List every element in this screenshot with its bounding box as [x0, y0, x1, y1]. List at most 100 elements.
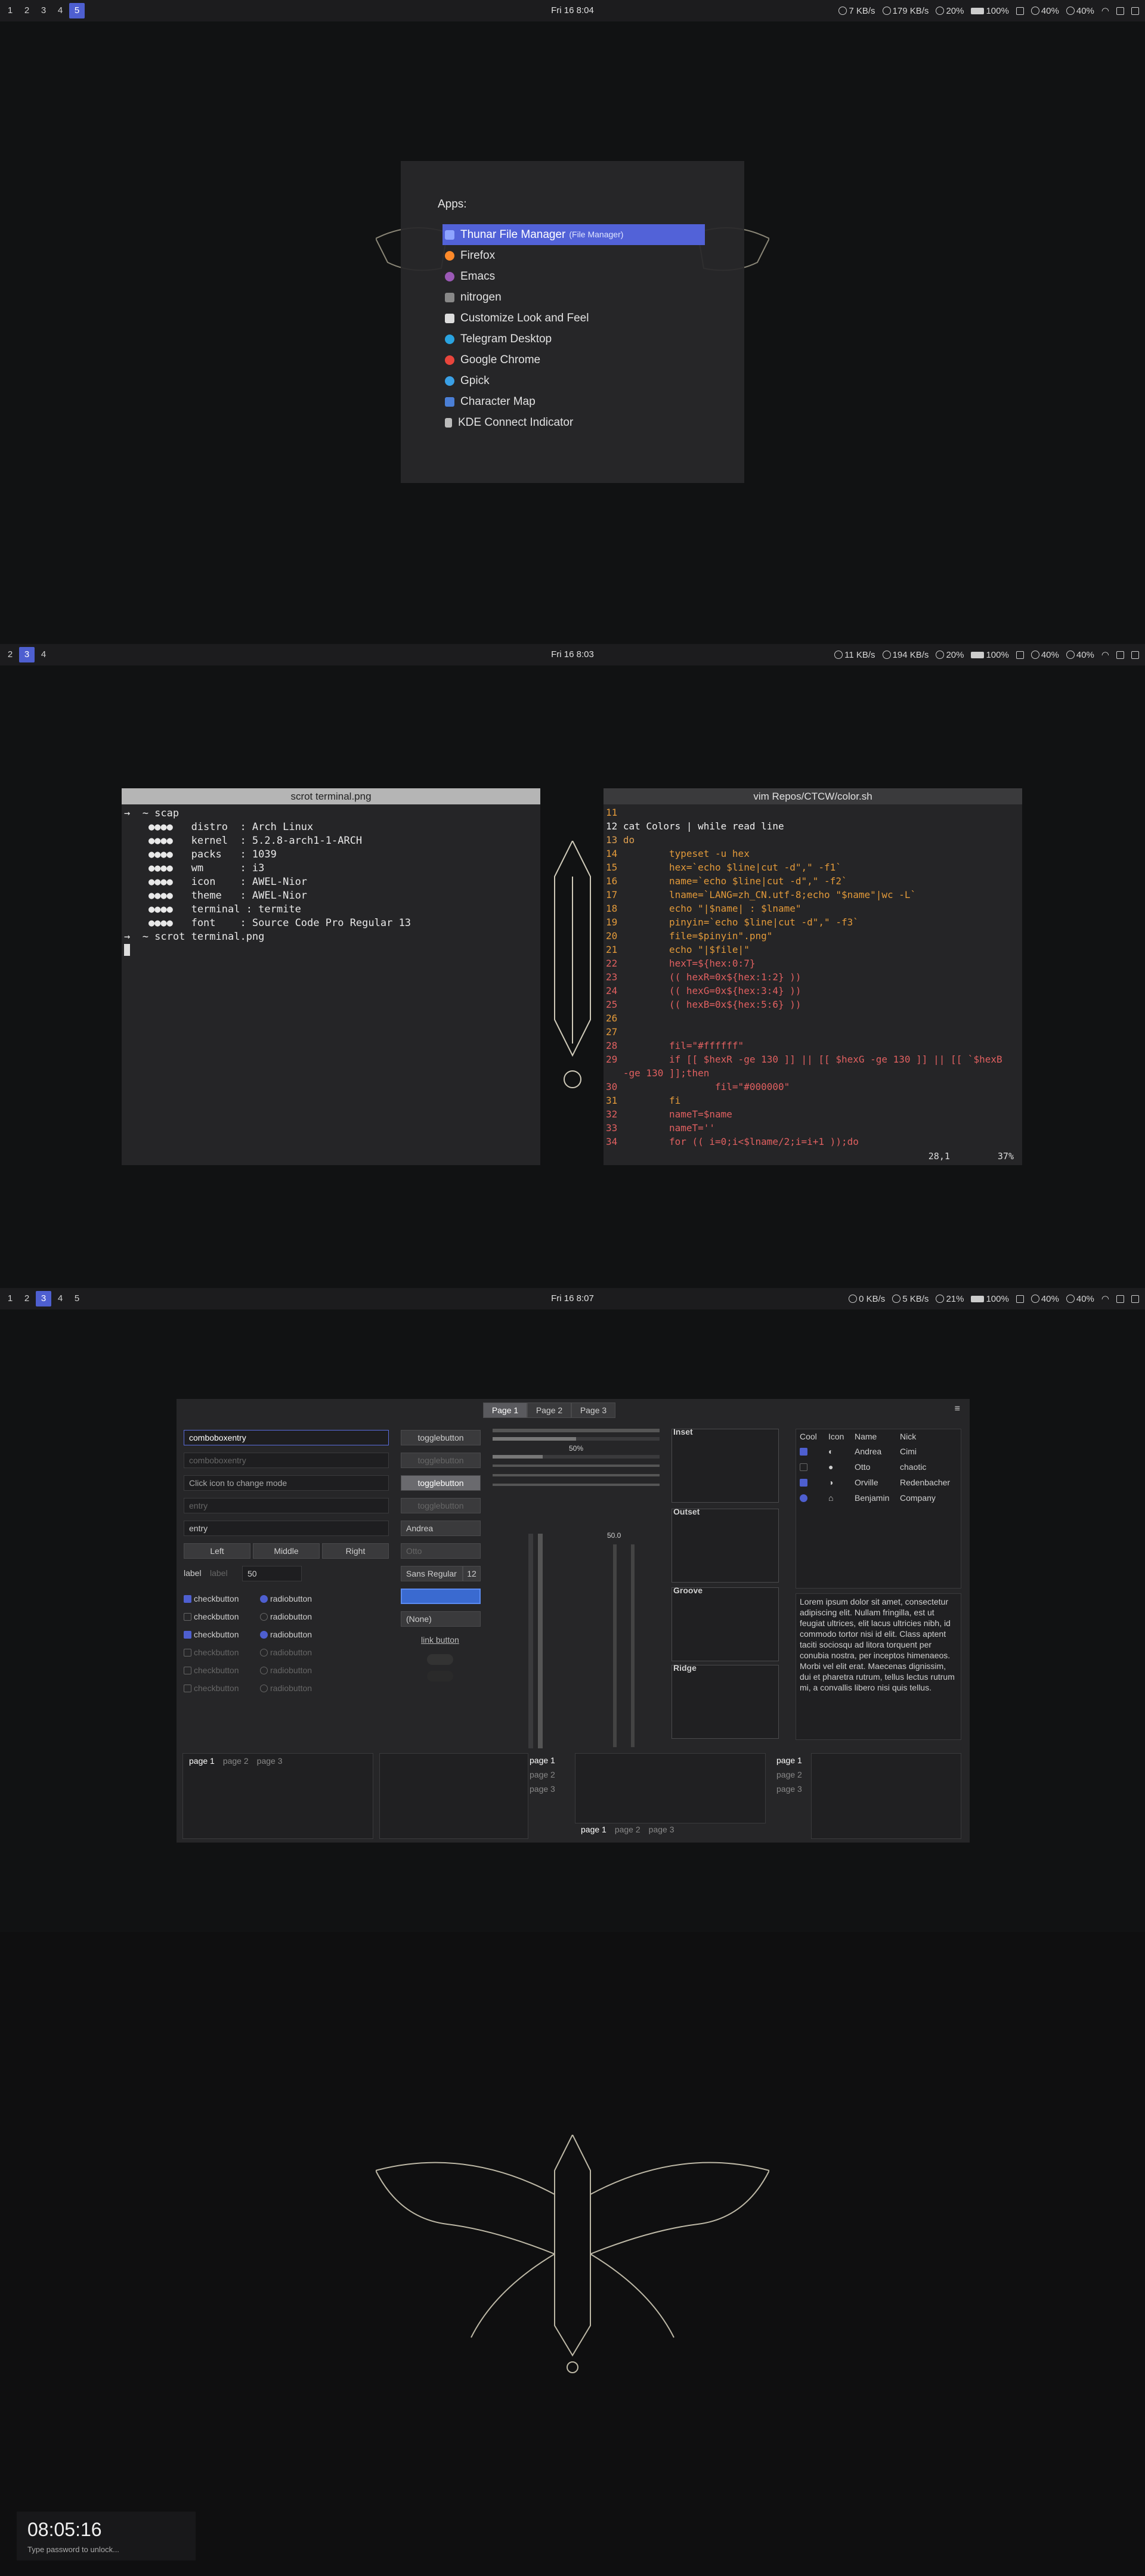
- notebook-tab-2[interactable]: page 2: [776, 1767, 802, 1782]
- font-button[interactable]: Sans Regular: [401, 1566, 463, 1581]
- progress-bar: [493, 1429, 660, 1432]
- align-left[interactable]: Left: [184, 1543, 250, 1559]
- notebook-tab-1[interactable]: page 1: [776, 1753, 802, 1767]
- app-item-look-and-feel[interactable]: Customize Look and Feel: [442, 308, 705, 329]
- app-item-thunar[interactable]: Thunar File Manager (File Manager): [442, 224, 705, 245]
- radiobutton-3[interactable]: radiobutton: [260, 1626, 312, 1643]
- app-item-charmap[interactable]: Character Map: [442, 391, 705, 412]
- tab-page-2[interactable]: Page 2: [527, 1402, 571, 1418]
- radiobutton-1[interactable]: radiobutton: [260, 1590, 312, 1608]
- workspace-4[interactable]: 4: [36, 647, 51, 662]
- workspace-2[interactable]: 2: [2, 647, 18, 662]
- volume[interactable]: 40%: [1066, 6, 1094, 16]
- tree-row[interactable]: ◐ Andrea Cimi: [796, 1444, 961, 1459]
- checkbutton-1[interactable]: checkbutton: [184, 1590, 239, 1608]
- notebook-tab-2[interactable]: page 2: [223, 1756, 249, 1766]
- radio-column: radiobutton radiobutton radiobutton radi…: [260, 1590, 312, 1697]
- wifi-icon[interactable]: ◠: [1101, 5, 1109, 16]
- app-item-gpick[interactable]: Gpick: [442, 370, 705, 391]
- vertical-scale[interactable]: [528, 1534, 533, 1748]
- app-item-chrome[interactable]: Google Chrome: [442, 349, 705, 370]
- combobox-entry[interactable]: comboboxentry: [184, 1430, 389, 1445]
- scale-slider[interactable]: [493, 1474, 660, 1476]
- switch-off[interactable]: [427, 1654, 453, 1665]
- vertical-scale[interactable]: [631, 1544, 635, 1747]
- vertical-scale[interactable]: [613, 1544, 617, 1747]
- color-button[interactable]: [401, 1589, 481, 1604]
- tree-col-icon[interactable]: Icon: [828, 1432, 849, 1441]
- check-icon[interactable]: [800, 1463, 807, 1471]
- tray-app-icon[interactable]: [1131, 7, 1139, 15]
- tray-app-icon[interactable]: [1131, 1295, 1139, 1303]
- spin-button[interactable]: 50: [242, 1566, 302, 1581]
- togglebutton-1[interactable]: togglebutton: [401, 1430, 481, 1445]
- notebook-tab-3[interactable]: page 3: [649, 1825, 674, 1834]
- terminal-window[interactable]: scrot terminal.png → ~ scap ●●●● distro …: [122, 788, 540, 1165]
- tree-row[interactable]: ⌂ Benjamin Company: [796, 1490, 961, 1506]
- app-item-nitrogen[interactable]: nitrogen: [442, 287, 705, 308]
- scale-slider[interactable]: [493, 1484, 660, 1486]
- tab-page-3[interactable]: Page 3: [571, 1402, 615, 1418]
- tree-col-cool[interactable]: Cool: [800, 1432, 822, 1441]
- notebook-tab-1[interactable]: page 1: [530, 1753, 555, 1767]
- align-right[interactable]: Right: [322, 1543, 389, 1559]
- text-view[interactable]: Lorem ipsum dolor sit amet, consectetur …: [796, 1593, 961, 1740]
- workspace-2[interactable]: 2: [19, 1291, 35, 1306]
- checkbutton-2[interactable]: checkbutton: [184, 1608, 239, 1626]
- radiobutton-2[interactable]: radiobutton: [260, 1608, 312, 1626]
- mode-entry[interactable]: Click icon to change mode: [184, 1475, 389, 1491]
- workspace-1[interactable]: 1: [2, 3, 18, 18]
- tree-row[interactable]: ◑ Orville Redenbacher: [796, 1475, 961, 1490]
- entry-field[interactable]: entry: [184, 1521, 389, 1536]
- wifi-icon[interactable]: ◠: [1101, 649, 1109, 660]
- notification-icon[interactable]: [1116, 1295, 1124, 1303]
- file-chooser-button[interactable]: (None): [401, 1611, 481, 1627]
- tree-col-nick[interactable]: Nick: [900, 1432, 916, 1441]
- scale-slider[interactable]: [493, 1465, 660, 1467]
- tree-view[interactable]: Cool Icon Name Nick ◐ Andrea Cimi ● Otto cha…: [796, 1429, 961, 1589]
- workspace-3[interactable]: 3: [36, 1291, 51, 1306]
- notebook-tab-1[interactable]: page 1: [581, 1825, 606, 1834]
- tree-col-name[interactable]: Name: [855, 1432, 894, 1441]
- font-size[interactable]: 12: [463, 1566, 481, 1581]
- vim-window[interactable]: vim Repos/CTCW/color.sh 11 12 cat Colors…: [604, 788, 1022, 1165]
- workspace-4[interactable]: 4: [52, 3, 68, 18]
- menu-icon[interactable]: ≡: [955, 1404, 960, 1414]
- app-item-telegram[interactable]: Telegram Desktop: [442, 329, 705, 349]
- togglebutton-2: togglebutton: [401, 1453, 481, 1468]
- check-icon[interactable]: [800, 1448, 807, 1456]
- tab-page-1[interactable]: Page 1: [483, 1402, 527, 1418]
- wifi-icon[interactable]: ◠: [1101, 1293, 1109, 1304]
- notification-icon[interactable]: [1116, 7, 1124, 15]
- workspace-3[interactable]: 3: [19, 647, 35, 662]
- checkbutton-3[interactable]: checkbutton: [184, 1626, 239, 1643]
- workspace-1[interactable]: 1: [2, 1291, 18, 1306]
- notebook-tab-3[interactable]: page 3: [776, 1782, 802, 1796]
- togglebutton-3[interactable]: togglebutton: [401, 1475, 481, 1491]
- notebook-tab-3[interactable]: page 3: [257, 1756, 283, 1766]
- notebook-tab-3[interactable]: page 3: [530, 1782, 555, 1796]
- notebook-tab-2[interactable]: page 2: [615, 1825, 640, 1834]
- volume[interactable]: 40%: [1066, 1294, 1094, 1304]
- workspace-4[interactable]: 4: [52, 1291, 68, 1306]
- volume[interactable]: 40%: [1066, 650, 1094, 660]
- app-item-kdeconnect[interactable]: KDE Connect Indicator: [442, 412, 705, 433]
- combo-andrea[interactable]: Andrea: [401, 1521, 481, 1536]
- tree-row[interactable]: ● Otto chaotic: [796, 1459, 961, 1475]
- workspace-5[interactable]: 5: [69, 1291, 85, 1306]
- notification-icon[interactable]: [1116, 651, 1124, 659]
- app-item-emacs[interactable]: Emacs: [442, 266, 705, 287]
- workspace-3[interactable]: 3: [36, 3, 51, 18]
- notebook-tab-2[interactable]: page 2: [530, 1767, 555, 1782]
- lock-panel[interactable]: 08:05:16 Type password to unlock...: [17, 2512, 196, 2560]
- tray-app-icon[interactable]: [1131, 651, 1139, 659]
- notebook-tab-1[interactable]: page 1: [189, 1756, 215, 1766]
- workspace-5[interactable]: 5: [69, 3, 85, 18]
- vertical-scale[interactable]: [538, 1534, 543, 1748]
- link-button[interactable]: link button: [421, 1635, 459, 1645]
- app-item-firefox[interactable]: Firefox: [442, 245, 705, 266]
- align-middle[interactable]: Middle: [253, 1543, 320, 1559]
- workspace-2[interactable]: 2: [19, 3, 35, 18]
- check-icon[interactable]: [800, 1479, 807, 1487]
- check-icon[interactable]: [800, 1494, 807, 1502]
